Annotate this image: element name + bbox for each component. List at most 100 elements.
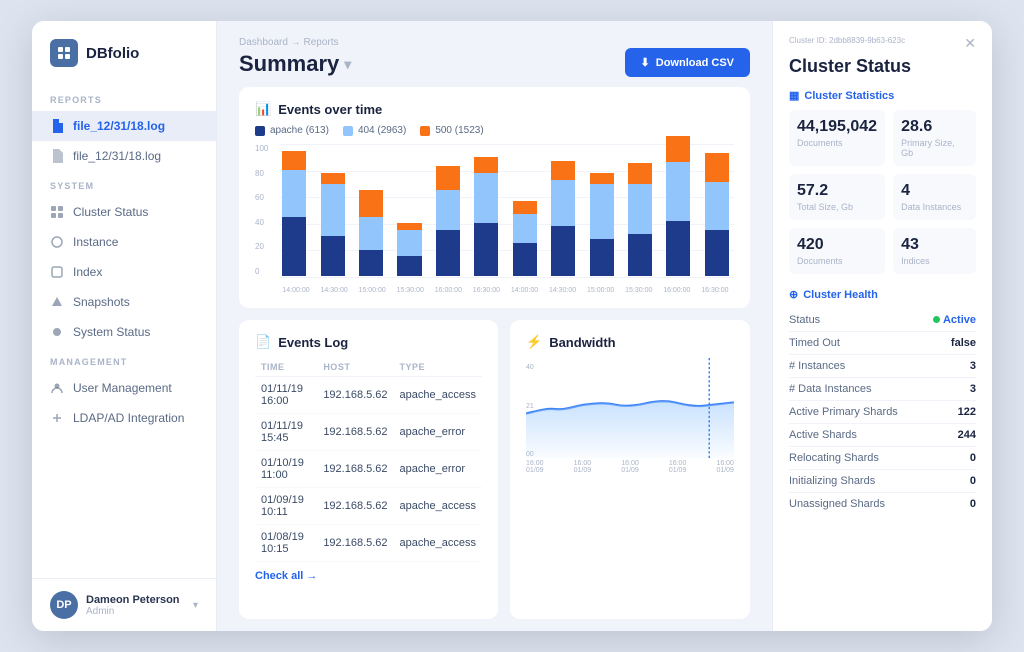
events-chart-section: 📊 Events over time apache (613) 404 (296… bbox=[239, 87, 750, 308]
health-row: Initializing Shards0 bbox=[789, 470, 976, 493]
stats-icon: ▦ bbox=[789, 89, 799, 102]
bandwidth-title: ⚡ Bandwidth bbox=[526, 334, 734, 350]
right-panel: Cluster ID: 2dbb8839-9b63-623c ✕ Cluster… bbox=[772, 21, 992, 631]
health-row: StatusActive bbox=[789, 309, 976, 332]
sidebar: DBfolio REPORTS file_12/31/18.log file_1… bbox=[32, 21, 217, 631]
col-type: TYPE bbox=[394, 358, 482, 377]
table-row: 01/09/19 10:11192.168.5.62apache_access bbox=[255, 488, 482, 525]
user-name: Dameon Peterson bbox=[86, 594, 185, 606]
main-body: 📊 Events over time apache (613) 404 (296… bbox=[217, 87, 772, 631]
table-row: 01/08/19 10:15192.168.5.62apache_access bbox=[255, 525, 482, 562]
file-icon-2 bbox=[50, 149, 64, 163]
y-axis: 100 80 60 40 20 0 bbox=[255, 144, 268, 276]
sidebar-item-file2[interactable]: file_12/31/18.log bbox=[32, 141, 216, 171]
sidebar-item-index[interactable]: Index bbox=[32, 257, 216, 287]
legend-404: 404 (2963) bbox=[343, 125, 406, 136]
health-row: Timed Outfalse bbox=[789, 332, 976, 355]
logo-text: DBfolio bbox=[86, 45, 139, 62]
app-window: DBfolio REPORTS file_12/31/18.log file_1… bbox=[32, 21, 992, 631]
cluster-id: Cluster ID: 2dbb8839-9b63-623c bbox=[789, 36, 905, 45]
bandwidth-icon: ⚡ bbox=[526, 334, 542, 350]
bar-group bbox=[661, 136, 695, 276]
svg-text:40: 40 bbox=[526, 362, 534, 372]
events-chart-title: 📊 Events over time bbox=[255, 101, 734, 117]
bar-group bbox=[354, 190, 388, 276]
bar-group bbox=[392, 223, 426, 276]
bar-group bbox=[315, 173, 349, 276]
bar-chart-icon: 📊 bbox=[255, 101, 271, 117]
events-table: TIME HOST TYPE 01/11/19 16:00192.168.5.6… bbox=[255, 358, 482, 562]
legend-apache: apache (613) bbox=[255, 125, 329, 136]
stat-cell: 4Data Instances bbox=[893, 174, 976, 220]
panel-title: Cluster Status bbox=[789, 56, 976, 77]
events-log-title: 📄 Events Log bbox=[255, 334, 482, 350]
file-icon bbox=[50, 119, 64, 133]
health-rows: StatusActiveTimed Outfalse# Instances3# … bbox=[789, 309, 976, 515]
health-row: Active Primary Shards122 bbox=[789, 401, 976, 424]
events-log-icon: 📄 bbox=[255, 334, 271, 350]
bw-x-labels: 16:0001/09 16:0001/09 16:0001/09 16:0001… bbox=[526, 460, 734, 474]
health-row: # Instances3 bbox=[789, 355, 976, 378]
table-row: 01/10/19 11:00192.168.5.62apache_error bbox=[255, 451, 482, 488]
sidebar-item-snapshots[interactable]: Snapshots bbox=[32, 287, 216, 317]
download-icon: ⬇ bbox=[641, 56, 650, 69]
stat-cell: 57.2Total Size, Gb bbox=[789, 174, 885, 220]
logo-icon bbox=[50, 39, 78, 67]
index-icon bbox=[50, 265, 64, 279]
x-axis-labels: 14:00:0014:30:0015:00:0015:30:0016:00:00… bbox=[277, 287, 734, 294]
page-title: Summary ▾ bbox=[239, 51, 351, 77]
bar-group bbox=[508, 201, 542, 276]
svg-text:21: 21 bbox=[526, 401, 534, 411]
health-row: Active Shards244 bbox=[789, 424, 976, 447]
bar-group bbox=[431, 166, 465, 276]
bar-group bbox=[700, 153, 734, 276]
bottom-row: 📄 Events Log TIME HOST TYPE 01/11/19 bbox=[239, 320, 750, 619]
cluster-health-title: ⊕ Cluster Health bbox=[789, 288, 976, 301]
bar-chart-container: 100 80 60 40 20 0 14:00:0014:30:0015:00:… bbox=[255, 144, 734, 294]
main-content: Dashboard → Reports Summary ▾ ⬇ Download… bbox=[217, 21, 772, 631]
health-icon: ⊕ bbox=[789, 288, 798, 301]
bar-group bbox=[277, 151, 311, 276]
svg-text:00: 00 bbox=[526, 448, 534, 458]
snapshots-icon bbox=[50, 295, 64, 309]
col-host: HOST bbox=[317, 358, 393, 377]
close-button[interactable]: ✕ bbox=[964, 35, 976, 52]
bar-group bbox=[469, 157, 503, 276]
cluster-statistics-title: ▦ Cluster Statistics bbox=[789, 89, 976, 102]
sidebar-bottom: DP Dameon Peterson Admin ▾ bbox=[32, 578, 216, 631]
avatar: DP bbox=[50, 591, 78, 619]
sidebar-item-instance[interactable]: Instance bbox=[32, 227, 216, 257]
ldap-icon bbox=[50, 411, 64, 425]
sidebar-item-cluster-status[interactable]: Cluster Status bbox=[32, 197, 216, 227]
sidebar-item-ldap[interactable]: LDAP/AD Integration bbox=[32, 403, 216, 433]
stat-cell: 28.6Primary Size, Gb bbox=[893, 110, 976, 166]
main-header: Dashboard → Reports Summary ▾ ⬇ Download… bbox=[217, 21, 772, 87]
sidebar-item-file1[interactable]: file_12/31/18.log bbox=[32, 111, 216, 141]
check-all-link[interactable]: Check all → bbox=[255, 570, 317, 582]
chevron-down-icon: ▾ bbox=[193, 600, 198, 611]
bar-group bbox=[584, 173, 618, 276]
bar-group bbox=[546, 161, 580, 276]
table-row: 01/11/19 15:45192.168.5.62apache_error bbox=[255, 414, 482, 451]
logo: DBfolio bbox=[32, 39, 216, 85]
instance-icon bbox=[50, 235, 64, 249]
stat-cell: 44,195,042Documents bbox=[789, 110, 885, 166]
sidebar-item-system-status[interactable]: System Status bbox=[32, 317, 216, 347]
user-icon bbox=[50, 381, 64, 395]
user-info: Dameon Peterson Admin bbox=[86, 594, 185, 617]
chart-legend: apache (613) 404 (2963) 500 (1523) bbox=[255, 125, 734, 136]
grid-icon bbox=[50, 205, 64, 219]
health-row: # Data Instances3 bbox=[789, 378, 976, 401]
health-row: Unassigned Shards0 bbox=[789, 493, 976, 515]
legend-500: 500 (1523) bbox=[420, 125, 483, 136]
system-section-label: SYSTEM bbox=[32, 171, 216, 197]
stats-grid: 44,195,042Documents28.6Primary Size, Gb5… bbox=[789, 110, 976, 274]
title-arrow-icon: ▾ bbox=[344, 56, 351, 73]
bar-group bbox=[623, 163, 657, 277]
breadcrumb: Dashboard → Reports bbox=[239, 37, 351, 48]
col-time: TIME bbox=[255, 358, 317, 377]
reports-section-label: REPORTS bbox=[32, 85, 216, 111]
user-role: Admin bbox=[86, 606, 185, 617]
download-csv-button[interactable]: ⬇ Download CSV bbox=[625, 48, 750, 77]
sidebar-item-user-management[interactable]: User Management bbox=[32, 373, 216, 403]
